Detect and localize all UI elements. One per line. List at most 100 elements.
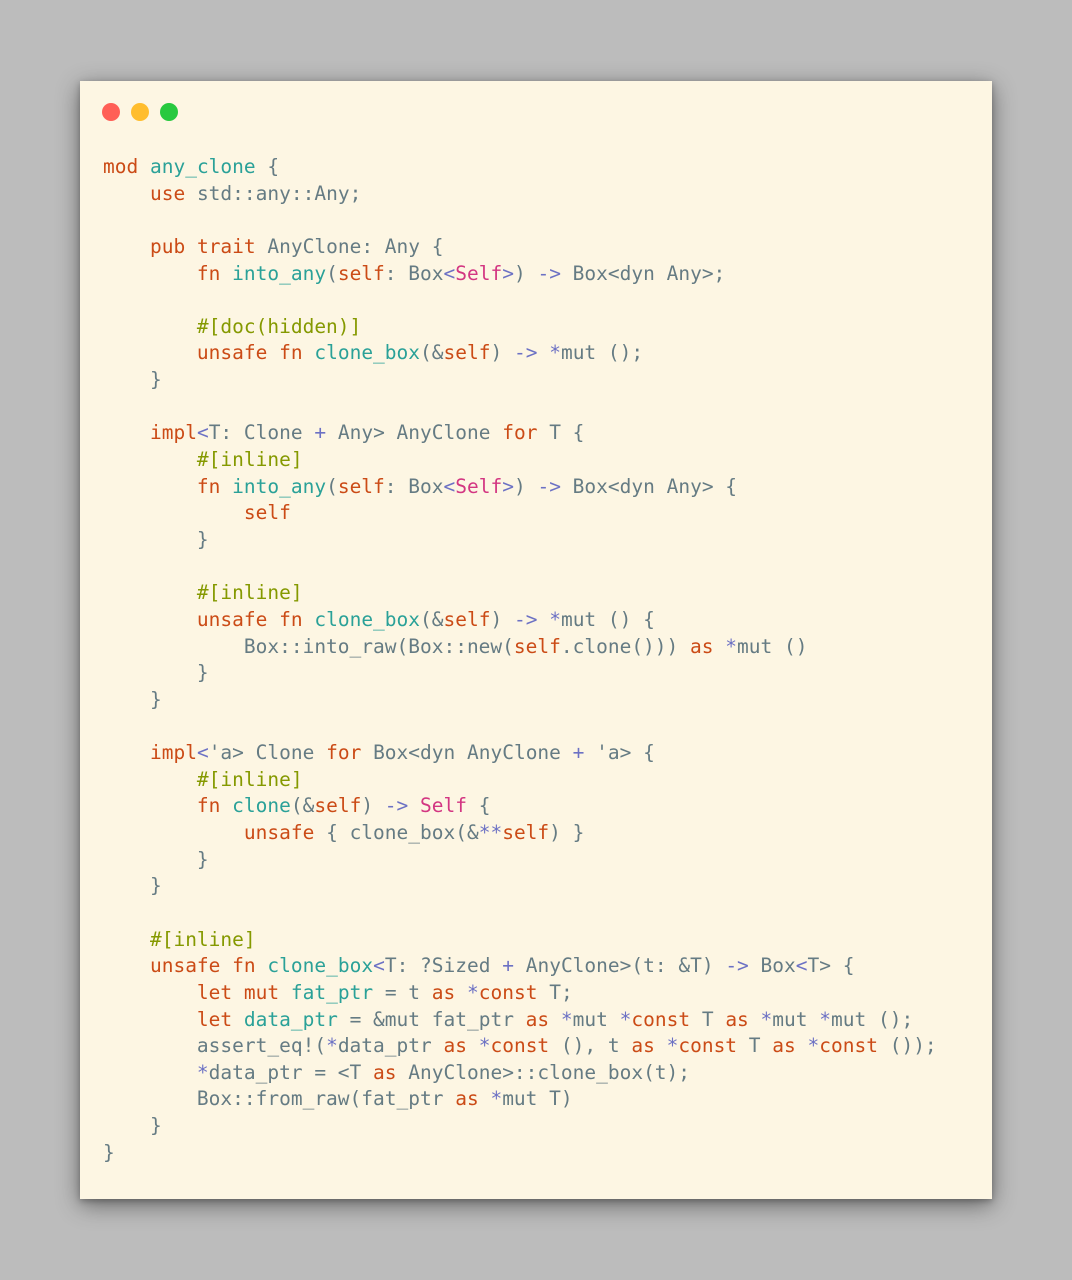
code-token: self: [502, 821, 550, 845]
code-line: fn into_any(self: Box<Self>) -> Box<dyn …: [103, 261, 937, 288]
code-token: impl: [149, 421, 197, 445]
code-line: fn clone(&self) -> Self {: [103, 793, 937, 820]
code-token: *: [490, 1087, 503, 1111]
code-token: mut ();: [831, 1007, 914, 1031]
code-line: *data_ptr = <T as AnyClone>::clone_box(t…: [103, 1060, 937, 1087]
code-token: (&: [290, 794, 315, 818]
code-token: T: [690, 1007, 726, 1031]
code-token: fat_ptr: [290, 980, 374, 1004]
code-token: T> {: [807, 954, 855, 978]
code-token: T: ?Sized: [384, 954, 503, 978]
code-token: (: [326, 474, 338, 498]
code-token: impl: [149, 741, 197, 765]
code-token: Box<dyn Any>;: [560, 261, 726, 285]
code-token: ): [513, 474, 538, 498]
code-token: as: [631, 1034, 655, 1058]
code-token: use: [149, 181, 186, 205]
code-token: T: Clone: [208, 421, 315, 445]
code-token: #[inline]: [149, 927, 256, 951]
code-token: Self: [455, 474, 503, 498]
code-token: : Box: [384, 474, 444, 498]
code-token: <: [443, 474, 456, 498]
code-token: Box::from_raw(fat_ptr: [103, 1087, 456, 1111]
code-token: const: [478, 980, 538, 1004]
code-token: into_any: [232, 261, 327, 285]
code-token: *: [807, 1034, 820, 1058]
code-token: (: [326, 261, 338, 285]
code-line: }: [103, 527, 937, 554]
code-token: clone: [232, 794, 291, 818]
code-token: mut: [572, 1007, 620, 1031]
code-token: {: [467, 794, 491, 818]
code-token: #[inline]: [196, 767, 303, 791]
close-dot-icon[interactable]: [102, 103, 120, 121]
code-token: ->: [513, 607, 538, 631]
code-token: }: [103, 368, 162, 392]
code-token: mut () {: [560, 607, 655, 631]
code-line: }: [103, 367, 937, 394]
code-token: }: [103, 661, 209, 685]
code-line: unsafe fn clone_box<T: ?Sized + AnyClone…: [103, 953, 937, 980]
code-token: <: [443, 261, 456, 285]
minimize-dot-icon[interactable]: [131, 103, 149, 121]
code-token: data_ptr = <T: [208, 1060, 374, 1084]
code-token: {: [255, 155, 280, 178]
code-token: as: [772, 1034, 796, 1058]
code-line: Box::into_raw(Box::new(self.clone())) as…: [103, 634, 937, 661]
code-token: +: [314, 421, 327, 445]
code-line: let mut fat_ptr = t as *const T;: [103, 980, 937, 1007]
code-token: *: [467, 980, 479, 1004]
code-token: AnyClone>(t: &T): [513, 954, 726, 978]
code-token: AnyClone: Any {: [255, 234, 444, 258]
code-token: as: [725, 1007, 749, 1031]
code-token: ): [490, 341, 514, 365]
code-token: unsafe: [243, 821, 315, 845]
code-line: impl<T: Clone + Any> AnyClone for T {: [103, 420, 937, 447]
code-token: mod: [103, 155, 139, 178]
code-token: *: [666, 1034, 679, 1058]
zoom-dot-icon[interactable]: [160, 103, 178, 121]
code-token: pub: [149, 234, 186, 258]
code-token: unsafe: [196, 341, 268, 365]
code-token: as: [455, 1087, 479, 1111]
code-token: fn: [196, 794, 221, 818]
code-line: fn into_any(self: Box<Self>) -> Box<dyn …: [103, 474, 937, 501]
code-token: fn: [279, 341, 303, 365]
code-token: clone_box: [314, 341, 421, 365]
code-token: const: [490, 1034, 550, 1058]
code-line: #[doc(hidden)]: [103, 314, 937, 341]
code-token: for: [502, 421, 538, 445]
code-token: unsafe: [196, 607, 268, 631]
code-token: }: [103, 874, 162, 898]
code-token: *: [560, 1007, 573, 1031]
code-line: mod any_clone {: [103, 154, 937, 181]
code-token: mut ();: [560, 341, 644, 365]
code-token: *: [549, 607, 561, 631]
code-line: unsafe fn clone_box(&self) -> *mut ();: [103, 340, 937, 367]
code-token: std::any::Any;: [185, 181, 362, 205]
code-window: mod any_clone { use std::any::Any; pub t…: [80, 81, 992, 1199]
code-token: 'a> Clone: [208, 741, 327, 765]
code-token: *: [326, 1034, 338, 1058]
